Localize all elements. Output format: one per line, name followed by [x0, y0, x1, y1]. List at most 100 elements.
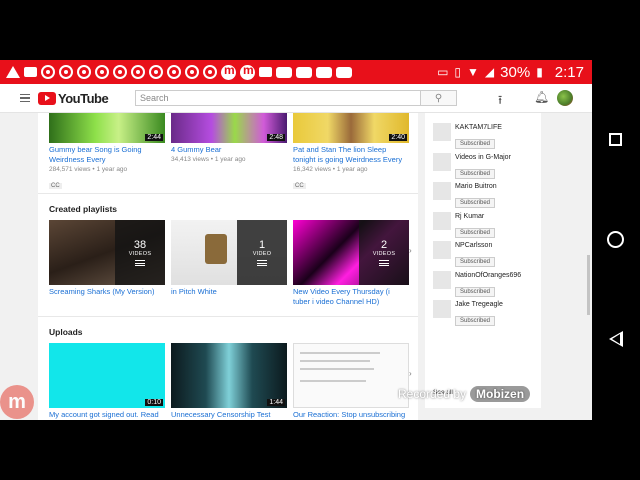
youtube-icon: [336, 66, 352, 78]
channel-name[interactable]: NationOfOranges696: [455, 271, 521, 280]
channel-avatar[interactable]: [433, 182, 451, 200]
video-thumbnail[interactable]: 2:40: [293, 113, 409, 143]
channel-name[interactable]: KAKTAM7LIFE: [455, 123, 502, 132]
search-button[interactable]: ⚲: [421, 90, 457, 106]
video-thumbnail[interactable]: 1:44: [171, 343, 287, 408]
video-card[interactable]: Our Reaction: Stop unsubscribing: [293, 343, 409, 420]
video-card[interactable]: 1:44 Unnecessary Censorship Test: [171, 343, 287, 420]
bell-icon[interactable]: 🔔︎: [534, 90, 549, 104]
video-duration: 0:10: [145, 399, 163, 406]
channel-item[interactable]: Videos in G-Major Subscribed: [433, 153, 511, 180]
playlist-count-overlay: 1 VIDEO: [237, 220, 287, 285]
channel-avatar[interactable]: [433, 271, 451, 289]
mobizen-float-icon[interactable]: m: [0, 385, 34, 419]
channel-name[interactable]: Videos in G-Major: [455, 153, 511, 162]
channel-item[interactable]: NationOfOranges696 Subscribed: [433, 271, 521, 298]
video-title[interactable]: My account got signed out. Read: [49, 410, 165, 420]
channel-avatar[interactable]: [433, 153, 451, 171]
playlist-thumbnail[interactable]: 38 VIDEOS: [49, 220, 165, 285]
channel-avatar[interactable]: [433, 241, 451, 259]
playlist-thumbnail[interactable]: 1 VIDEO: [171, 220, 287, 285]
battery-percent: 30%: [500, 63, 531, 81]
youtube-logo[interactable]: YouTube: [38, 91, 109, 106]
chrome-icon: [203, 65, 217, 79]
phone-screen: ▭ ▯ ▼ ◢ 30% ▮ 2:17 YouTube Search ⚲ ⭱ 🔔︎…: [0, 60, 592, 420]
avatar[interactable]: [557, 90, 573, 106]
channel-name[interactable]: Mario Buitron: [455, 182, 497, 191]
youtube-play-icon: [38, 91, 56, 105]
subscribed-button[interactable]: Subscribed: [455, 198, 496, 208]
channel-name[interactable]: Rj Kumar: [455, 212, 495, 221]
playlist-title[interactable]: Screaming Sharks (My Version): [49, 287, 165, 297]
scrollbar[interactable]: [587, 255, 590, 315]
playlist-thumbnail[interactable]: 2 VIDEOS: [293, 220, 409, 285]
channel-name[interactable]: Jake Tregeagle: [455, 300, 503, 309]
channel-item[interactable]: Jake Tregeagle Subscribed: [433, 300, 503, 327]
video-camera-icon: [24, 67, 37, 77]
subscribed-button[interactable]: Subscribed: [455, 139, 496, 149]
menu-icon[interactable]: [20, 93, 30, 103]
chevron-right-icon[interactable]: ›: [409, 369, 412, 378]
playlist-card[interactable]: 2 VIDEOS New Video Every Thursday (i tub…: [293, 220, 409, 307]
video-thumbnail[interactable]: 2:48: [171, 113, 287, 143]
signal-icon: ◢: [484, 65, 495, 79]
video-card[interactable]: 2:48 4 Gummy Bear 34,413 views • 1 year …: [171, 113, 287, 192]
subscribed-button[interactable]: Subscribed: [455, 228, 496, 238]
cast-icon: ▭: [437, 65, 449, 79]
playlist-title[interactable]: New Video Every Thursday (i tuber i vide…: [293, 287, 409, 307]
mobizen-icon: [240, 63, 255, 80]
video-card[interactable]: 2:40 Pat and Stan The lion Sleep tonight…: [293, 113, 409, 192]
chrome-icon: [77, 65, 91, 79]
search-input[interactable]: Search: [135, 90, 421, 106]
video-title[interactable]: Gummy bear Song is Going Weirdness Every: [49, 145, 165, 165]
video-duration: 2:40: [389, 134, 407, 141]
video-duration: 2:48: [267, 134, 285, 141]
divider: [38, 316, 418, 317]
uploads-heading[interactable]: Uploads: [49, 327, 83, 337]
video-title[interactable]: 4 Gummy Bear: [171, 145, 287, 155]
video-meta: 284,571 views • 1 year ago: [49, 166, 128, 173]
playlist-count: 38: [133, 239, 147, 251]
subscribed-button[interactable]: Subscribed: [455, 316, 496, 326]
youtube-icon: [276, 66, 292, 78]
playlist-card[interactable]: 38 VIDEOS Screaming Sharks (My Version): [49, 220, 165, 307]
circle-nav-icon[interactable]: [607, 231, 624, 248]
upload-icon[interactable]: ⭱: [498, 91, 502, 112]
playlist-title[interactable]: in Pitch White: [171, 287, 287, 297]
subscribed-button[interactable]: Subscribed: [455, 257, 496, 267]
video-thumbnail[interactable]: 2:44: [49, 113, 165, 143]
video-title[interactable]: Our Reaction: Stop unsubscribing: [293, 410, 409, 420]
channel-avatar[interactable]: [433, 300, 451, 318]
channel-avatar[interactable]: [433, 212, 451, 230]
video-card[interactable]: 2:44 Gummy bear Song is Going Weirdness …: [49, 113, 165, 192]
video-thumbnail[interactable]: [293, 343, 409, 408]
video-thumbnail[interactable]: 0:10: [49, 343, 165, 408]
channel-item[interactable]: NPCarlsson Subscribed: [433, 241, 496, 268]
youtube-icon: [296, 66, 312, 78]
channel-item[interactable]: Rj Kumar Subscribed: [433, 212, 496, 239]
playlist-icon: [135, 260, 145, 266]
playlist-card[interactable]: 1 VIDEO in Pitch White: [171, 220, 287, 307]
back-nav-icon[interactable]: [609, 331, 623, 347]
playlist-count-overlay: 2 VIDEOS: [359, 220, 409, 285]
square-nav-icon[interactable]: [609, 133, 622, 146]
subscribed-button[interactable]: Subscribed: [455, 287, 496, 297]
status-bar: ▭ ▯ ▼ ◢ 30% ▮ 2:17: [0, 60, 592, 84]
chrome-icon: [131, 65, 145, 79]
youtube-icon: [316, 66, 332, 78]
video-meta: 34,413 views • 1 year ago: [171, 156, 246, 163]
video-title[interactable]: Unnecessary Censorship Test: [171, 410, 287, 420]
playlists-row: 38 VIDEOS Screaming Sharks (My Version) …: [49, 220, 409, 307]
subscribed-button[interactable]: Subscribed: [455, 169, 496, 179]
video-title[interactable]: Pat and Stan The lion Sleep tonight is g…: [293, 145, 409, 165]
channel-item[interactable]: Mario Buitron Subscribed: [433, 182, 497, 209]
chrome-icon: [167, 65, 181, 79]
channel-item[interactable]: KAKTAM7LIFE Subscribed: [433, 123, 502, 150]
chevron-right-icon[interactable]: ›: [409, 246, 412, 255]
playlists-heading[interactable]: Created playlists: [49, 204, 117, 214]
channel-avatar[interactable]: [433, 123, 451, 141]
channel-name[interactable]: NPCarlsson: [455, 241, 495, 250]
image-icon: [259, 67, 272, 77]
video-card[interactable]: 0:10 My account got signed out. Read: [49, 343, 165, 420]
top-video-row: 2:44 Gummy bear Song is Going Weirdness …: [49, 113, 409, 192]
